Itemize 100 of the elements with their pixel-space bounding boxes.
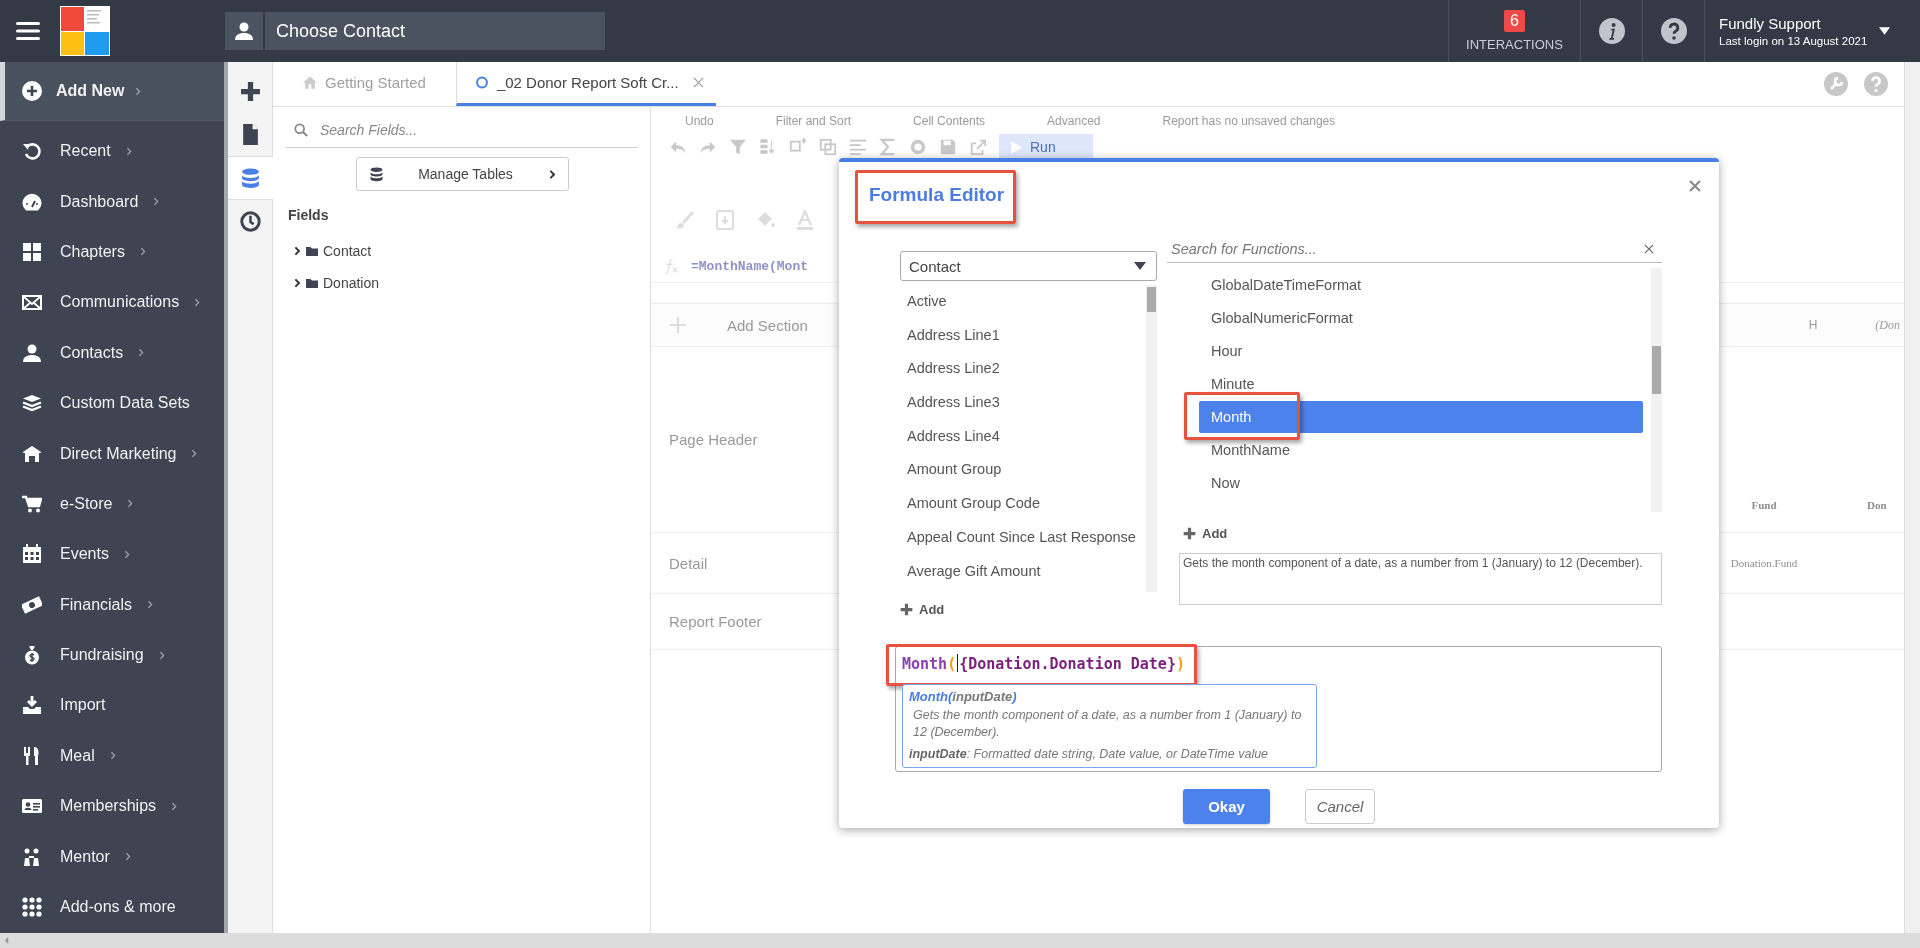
table-select[interactable]: Contact xyxy=(900,251,1157,281)
fields-heading: Fields xyxy=(288,207,330,223)
circular-arrow-icon xyxy=(22,141,42,162)
search-field[interactable]: Search Fields... xyxy=(318,114,622,146)
menu-icon[interactable] xyxy=(16,21,40,41)
align-icon[interactable] xyxy=(849,138,867,156)
home-icon xyxy=(303,76,317,89)
sidebar-item[interactable]: Import xyxy=(0,680,224,731)
tab[interactable]: _02 Donor Report Soft Cr... xyxy=(455,62,716,106)
sum-icon[interactable] xyxy=(879,138,897,156)
field-item[interactable]: Address Line4 xyxy=(900,419,1146,454)
status-text: Report has no unsaved changes xyxy=(1162,114,1336,128)
toolbar-group-label: Advanced xyxy=(1047,114,1101,128)
info-icon[interactable] xyxy=(1598,18,1625,44)
chevron-right-icon xyxy=(547,168,556,180)
manage-tables-button[interactable]: Manage Tables xyxy=(355,157,569,191)
person-icon xyxy=(22,342,42,363)
function-search-field[interactable]: Search for Functions... xyxy=(1169,236,1644,262)
function-item[interactable]: Hour xyxy=(1199,335,1643,367)
clock-icon[interactable] xyxy=(239,210,261,232)
add-button[interactable]: Add xyxy=(900,602,945,617)
table-cell-text: Donation.Fund xyxy=(1729,557,1799,569)
field-item[interactable]: Average Gift Amount xyxy=(900,554,1146,589)
dots-grid-icon xyxy=(22,896,42,917)
function-item[interactable]: Now xyxy=(1199,467,1643,499)
contact-search-field[interactable]: Choose Contact xyxy=(265,12,605,50)
section-label: Report Footer xyxy=(669,613,762,630)
tree-item[interactable]: Contact xyxy=(323,243,372,259)
function-item[interactable]: GlobalDateTimeFormat xyxy=(1199,269,1643,301)
sidebar-item[interactable]: Recent xyxy=(0,126,224,177)
sort-icon[interactable] xyxy=(759,138,777,156)
text-color-icon[interactable] xyxy=(795,210,815,230)
database-icon[interactable] xyxy=(240,167,261,189)
add-button[interactable]: Add xyxy=(1183,526,1228,541)
help-icon[interactable] xyxy=(1660,18,1687,44)
sidebar-item[interactable]: Custom Data Sets xyxy=(0,377,224,429)
sidebar-item[interactable]: Meal xyxy=(0,730,224,782)
field-item[interactable]: Address Line1 xyxy=(900,318,1146,353)
money-bag-icon xyxy=(22,645,42,666)
okay-button[interactable]: Okay xyxy=(1183,789,1270,824)
plus-icon[interactable] xyxy=(239,80,261,102)
envelope-icon xyxy=(22,292,42,313)
scrollbar[interactable] xyxy=(1904,62,1920,933)
formula-text: =MonthName(Mont xyxy=(691,258,809,274)
sidebar-item[interactable]: Financials xyxy=(0,579,224,630)
save-icon[interactable] xyxy=(939,138,957,156)
field-item[interactable]: Amount Group Code xyxy=(900,487,1146,521)
table-cell-text: Don xyxy=(1867,498,1888,511)
close-icon[interactable] xyxy=(692,77,704,88)
run-button[interactable]: Run xyxy=(999,134,1093,160)
chevron-icon[interactable] xyxy=(293,246,301,256)
function-item[interactable]: Month xyxy=(1199,401,1643,433)
field-item[interactable]: Active xyxy=(900,285,1146,319)
filter-icon[interactable] xyxy=(729,138,747,156)
sidebar-item[interactable]: Communications xyxy=(0,277,224,328)
chevron-right-icon xyxy=(134,85,143,97)
sidebar-item[interactable]: e-Store xyxy=(0,478,224,530)
logo-icon[interactable] xyxy=(60,6,110,56)
scrollbar[interactable] xyxy=(0,933,1920,948)
tooltip-signature: Month(inputDate) xyxy=(909,689,1018,704)
frame-icon[interactable] xyxy=(715,210,735,230)
function-item[interactable]: MonthName xyxy=(1199,434,1643,466)
scrollbar-thumb[interactable] xyxy=(1652,346,1661,394)
tree-item[interactable]: Donation xyxy=(323,275,380,291)
download-icon xyxy=(22,695,42,716)
scroll-left-icon[interactable] xyxy=(3,936,10,945)
export-icon[interactable] xyxy=(969,138,987,156)
function-item[interactable]: GlobalNumericFormat xyxy=(1199,302,1643,334)
sidebar-item[interactable]: Mentor xyxy=(0,831,224,880)
sidebar-item[interactable]: Fundraising xyxy=(0,629,224,681)
field-item[interactable]: Address Line2 xyxy=(900,352,1146,387)
sidebar-item[interactable]: Direct Marketing xyxy=(0,428,224,479)
wrench-icon[interactable] xyxy=(1824,72,1848,96)
house-icon xyxy=(22,443,42,464)
clear-icon[interactable] xyxy=(1644,244,1654,254)
toolbar-group-label: Undo xyxy=(685,114,714,128)
sidebar-item[interactable]: Dashboard xyxy=(0,176,224,227)
close-icon[interactable] xyxy=(1689,180,1701,192)
copy-icon[interactable] xyxy=(819,138,837,156)
chevron-icon[interactable] xyxy=(293,278,301,288)
sidebar-item[interactable]: Events xyxy=(0,529,224,580)
cancel-button[interactable]: Cancel xyxy=(1305,789,1375,824)
cart-icon xyxy=(22,493,42,514)
circle-icon xyxy=(474,76,489,89)
sidebar-item[interactable]: Contacts xyxy=(0,327,224,378)
people-icon xyxy=(22,846,42,867)
field-item[interactable]: Address Line3 xyxy=(900,386,1146,420)
field-item[interactable]: Amount Group xyxy=(900,453,1146,488)
scrollbar-thumb[interactable] xyxy=(1147,287,1156,312)
field-item[interactable]: Appeal Count Since Last Response xyxy=(900,520,1146,555)
interactions-button[interactable]: 6 INTERACTIONS xyxy=(1448,0,1580,62)
column-header: H xyxy=(1808,318,1818,332)
folder-icon xyxy=(306,278,318,288)
function-item[interactable]: Minute xyxy=(1199,368,1643,400)
brush-icon[interactable] xyxy=(675,210,695,230)
add-new-button[interactable]: Add New xyxy=(0,62,224,121)
sidebar-item[interactable]: Chapters xyxy=(0,226,224,278)
section-label: Detail xyxy=(669,554,708,572)
sidebar-item[interactable]: Memberships xyxy=(0,781,224,832)
database-icon xyxy=(368,166,384,182)
